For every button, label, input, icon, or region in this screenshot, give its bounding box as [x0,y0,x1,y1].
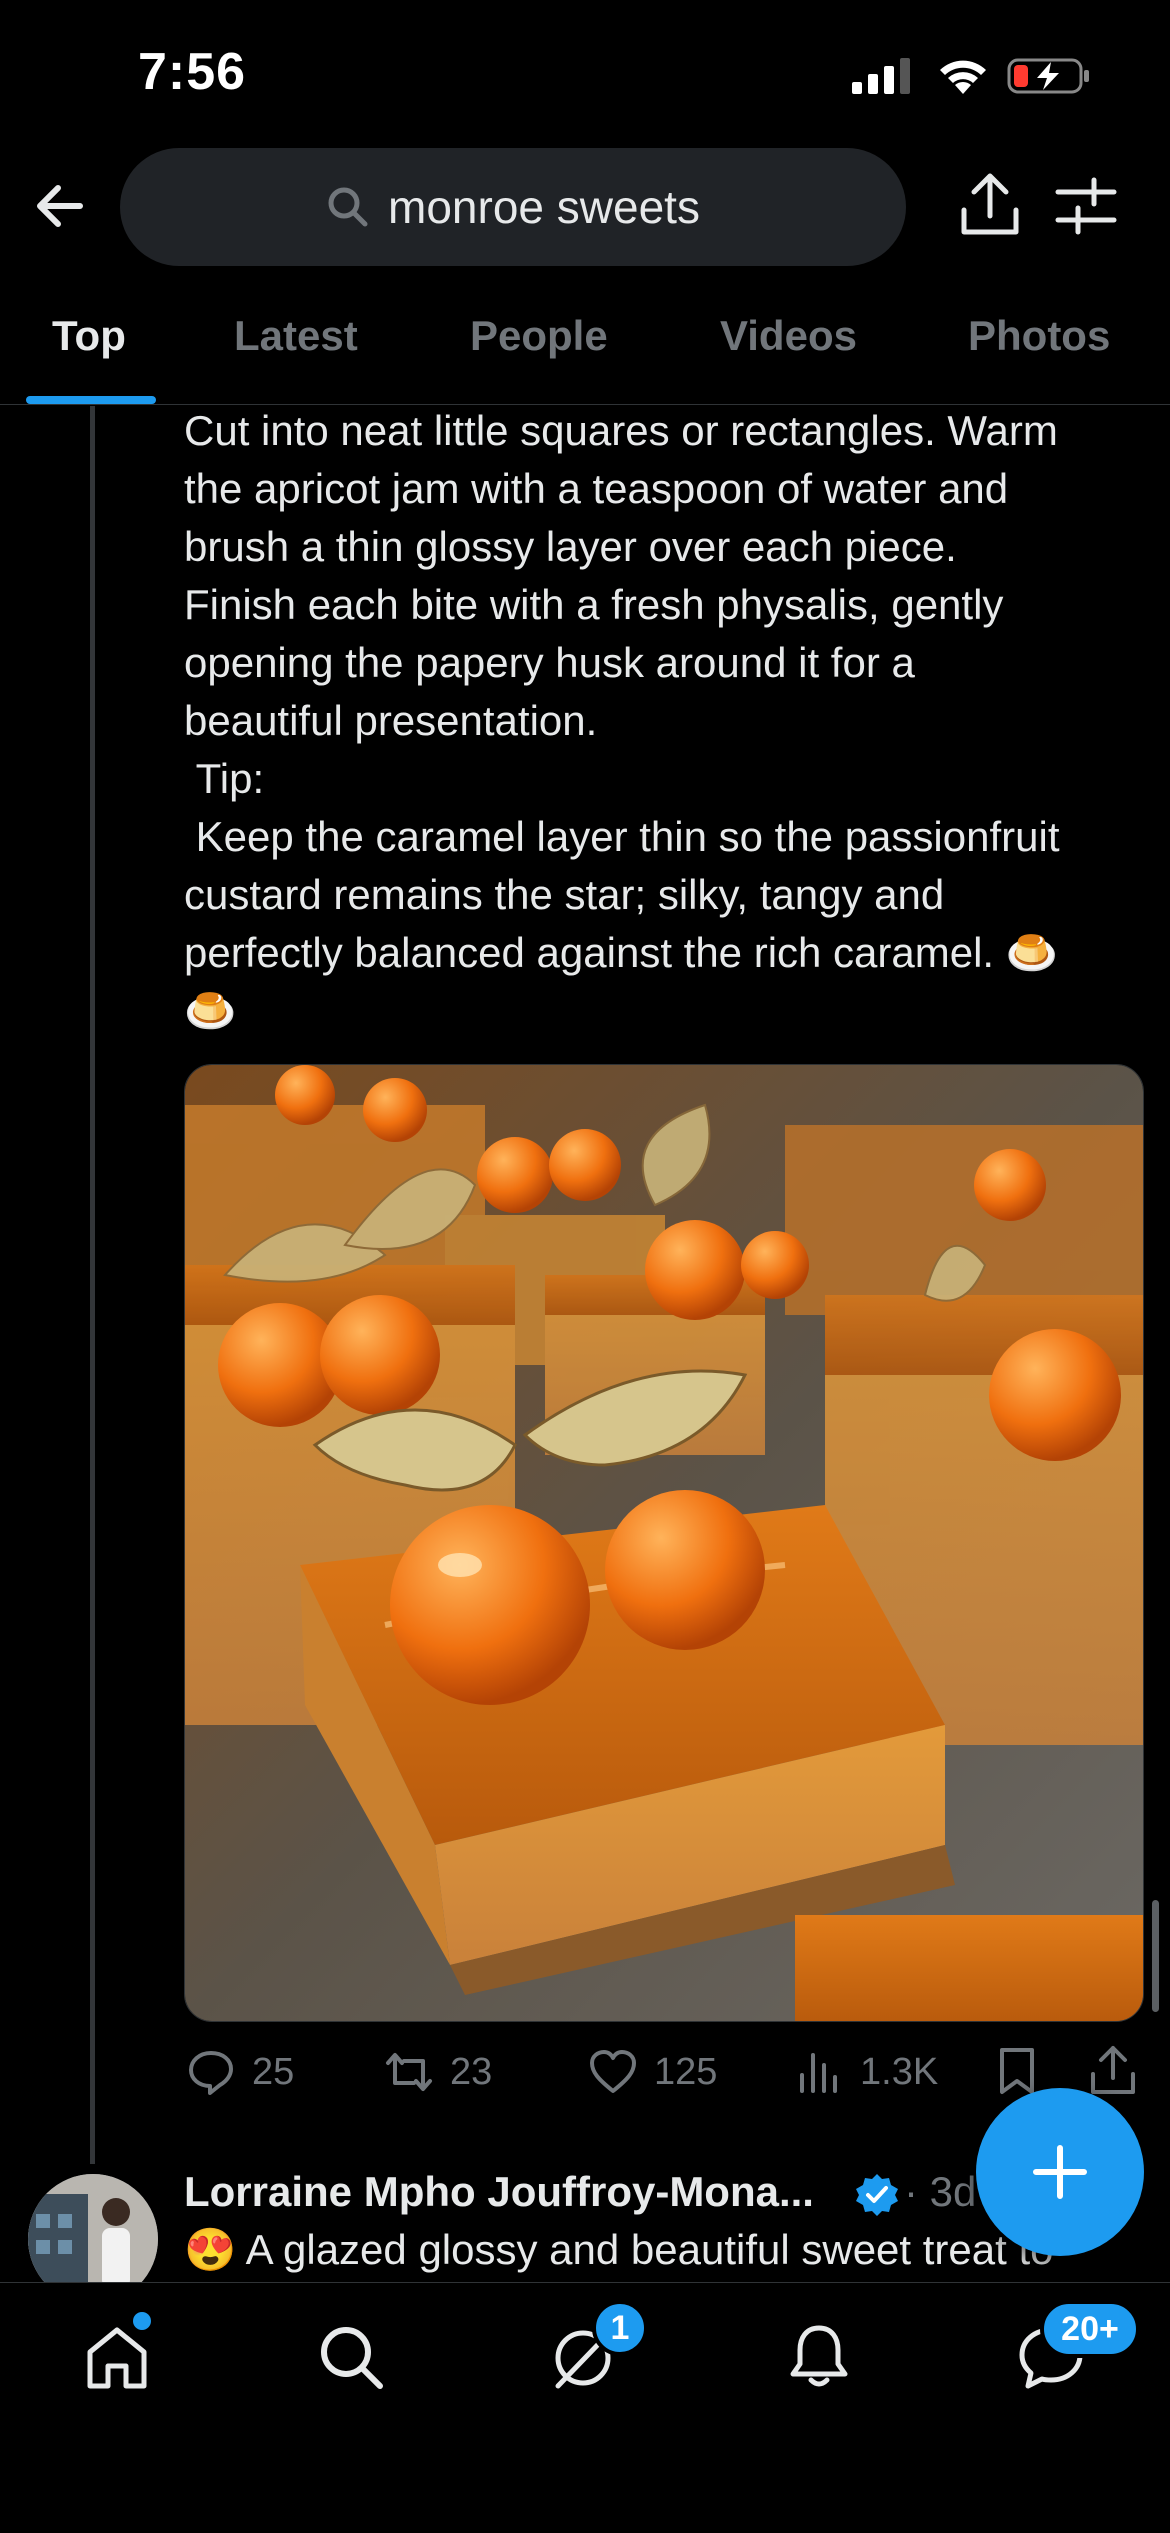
next-tweet-text: 😍 A glazed glossy and beautiful sweet tr… [184,2226,1054,2273]
scrollbar[interactable] [1152,1900,1159,2012]
heart-icon [590,2050,636,2093]
tweet-text-line: Cut into neat little squares or rectangl… [184,407,1058,454]
tweet-text-line: 🍮 [184,987,237,1034]
bottom-navigation [0,2282,1170,2533]
home-notification-dot [133,2312,151,2330]
thread-connector-line [90,406,95,2164]
reply-count: 25 [252,2050,295,2093]
repost-icon [386,2053,432,2091]
next-tweet-time: · 3d [904,2168,977,2215]
search-icon [328,187,368,227]
plus-icon [1033,2145,1087,2199]
battery-charging-icon [1007,58,1089,94]
chat-badge: 20+ [1040,2300,1140,2358]
tweet-text: Cut into neat little squares or rectangl… [184,402,1144,1040]
messages-badge: 1 [592,2300,648,2356]
like-count: 125 [654,2050,718,2093]
views-chart-icon [800,2053,837,2093]
verified-badge-icon [856,2174,898,2216]
explore-search-icon[interactable] [316,2322,386,2392]
tab-latest[interactable]: Latest [234,312,358,360]
tab-top[interactable]: Top [52,312,126,360]
like-button[interactable]: 125 [588,2044,717,2100]
tab-videos[interactable]: Videos [720,312,857,360]
tweet-text-line: perfectly balanced against the rich cara… [184,929,1059,976]
next-tweet-author[interactable]: Lorraine Mpho Jouffroy-Mona... [184,2168,814,2216]
status-time: 7:56 [138,43,247,101]
bell-icon[interactable] [784,2322,854,2392]
compose-button[interactable] [976,2088,1144,2256]
tweet-text-line: opening the papery husk around it for a [184,639,915,686]
bookmark-icon[interactable] [992,2046,1042,2096]
share-icon[interactable] [958,172,1022,240]
search-query: monroe sweets [388,181,700,233]
filter-settings-icon[interactable] [1054,176,1118,236]
tweet-photo[interactable] [184,1064,1144,2022]
wifi-icon [940,60,986,94]
cellular-signal-icon [852,58,914,94]
repost-button[interactable]: 23 [384,2044,492,2100]
reply-icon [189,2051,233,2095]
views-button[interactable]: 1.3K [794,2044,938,2100]
tab-people[interactable]: People [470,312,608,360]
tweet-text-line: Finish each bite with a fresh physalis, … [184,581,1004,628]
home-icon[interactable] [82,2322,152,2392]
tweet-text-line: brush a thin glossy layer over each piec… [184,523,957,570]
tweet-text-line: Keep the caramel layer thin so the passi… [184,813,1060,860]
tweet-share-icon[interactable] [1088,2044,1138,2096]
active-tab-indicator [26,396,156,404]
tab-photos[interactable]: Photos [968,312,1110,360]
tweet-text-line: Tip: [184,755,265,802]
reply-button[interactable]: 25 [186,2044,294,2100]
repost-count: 23 [450,2050,493,2093]
view-count: 1.3K [860,2050,939,2093]
tweet-text-line: beautiful presentation. [184,697,598,744]
back-arrow-icon[interactable] [30,176,90,236]
search-field[interactable]: monroe sweets [120,148,906,266]
passionfruit-custard-squares-image [185,1065,1143,2021]
tweet-text-line: custard remains the star; silky, tangy a… [184,871,945,918]
tweet-text-line: the apricot jam with a teaspoon of water… [184,465,1009,512]
